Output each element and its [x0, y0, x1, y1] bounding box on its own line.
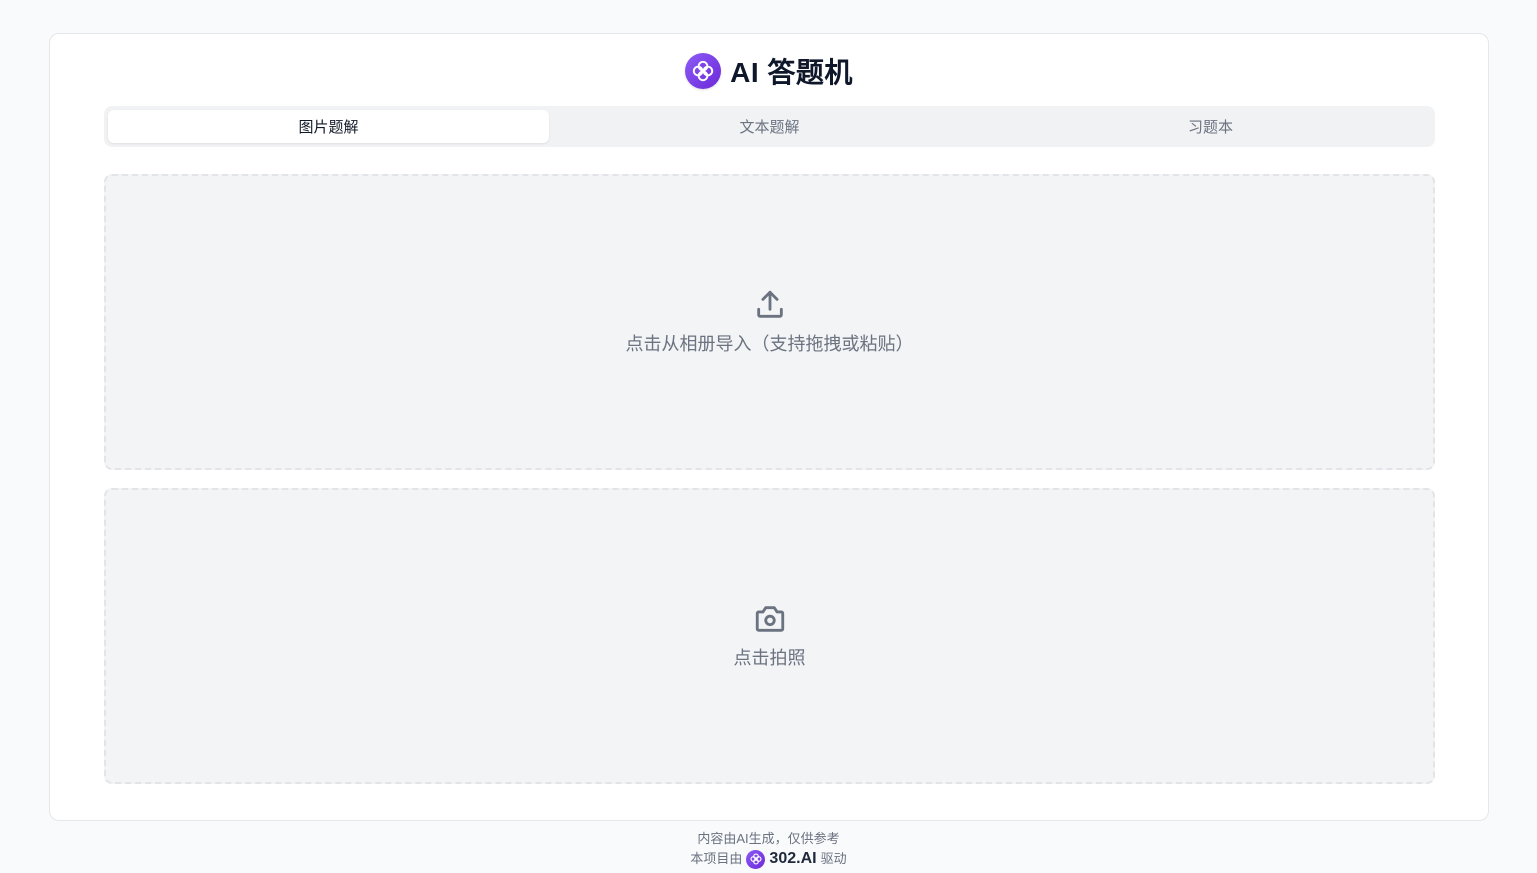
footer: 内容由AI生成，仅供参考 本项目由 302.AI 驱动 — [0, 829, 1537, 869]
main-card: AI 答题机 图片题解 文本题解 习题本 点击从相册导入（支持拖拽或粘贴） 点击… — [49, 33, 1489, 821]
upload-dropzone[interactable]: 点击从相册导入（支持拖拽或粘贴） — [104, 174, 1435, 470]
tab-text-solve[interactable]: 文本题解 — [549, 110, 990, 143]
powered-suffix: 驱动 — [820, 851, 847, 866]
camera-label: 点击拍照 — [733, 648, 806, 668]
camera-dropzone[interactable]: 点击拍照 — [104, 488, 1435, 784]
tab-image-solve[interactable]: 图片题解 — [108, 110, 549, 143]
brand-link[interactable]: 302.AI — [769, 849, 816, 869]
powered-prefix: 本项目由 — [690, 851, 743, 866]
app-title: AI 答题机 — [730, 57, 853, 88]
disclaimer-text: 内容由AI生成，仅供参考 — [697, 831, 840, 846]
app-header: AI 答题机 — [50, 52, 1488, 90]
upload-label: 点击从相册导入（支持拖拽或粘贴） — [625, 334, 914, 354]
mode-tabs: 图片题解 文本题解 习题本 — [104, 106, 1435, 147]
brand-logo-icon — [746, 849, 766, 869]
powered-by: 本项目由 302.AI 驱动 — [690, 849, 847, 869]
upload-icon — [756, 290, 783, 318]
clover-logo-icon — [685, 53, 722, 89]
tab-exercise-book[interactable]: 习题本 — [990, 110, 1431, 143]
camera-icon — [755, 606, 784, 632]
